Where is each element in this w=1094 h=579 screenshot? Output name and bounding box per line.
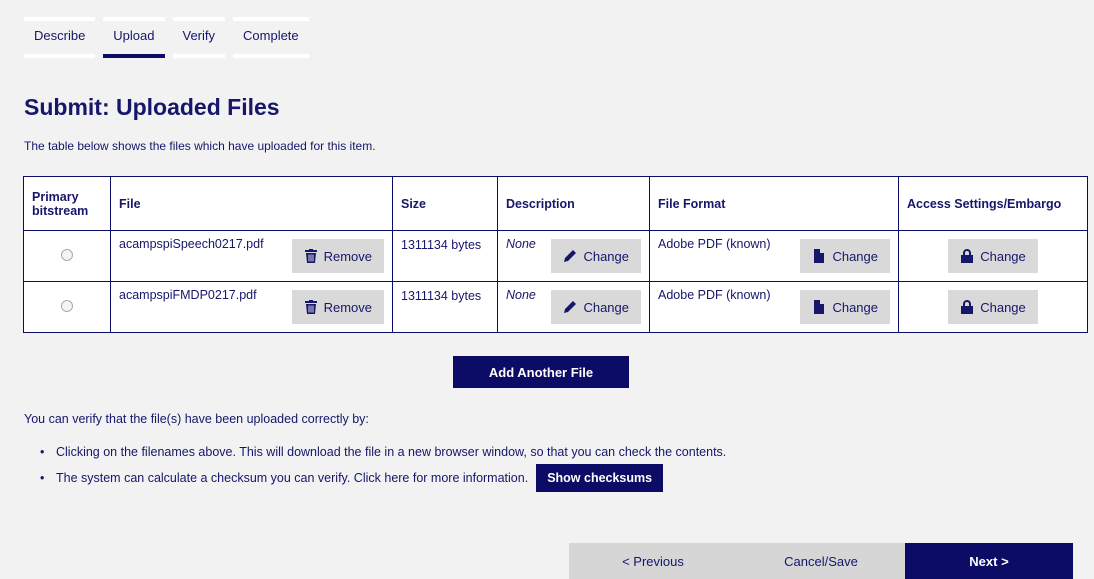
lock-icon — [961, 249, 974, 263]
step-verify[interactable]: Verify — [172, 17, 226, 58]
list-item-text: The system can calculate a checksum you … — [56, 471, 529, 485]
table-row: acampspiSpeech0217.pdf Remove 1311134 by… — [23, 230, 1088, 282]
file-size: 1311134 bytes — [401, 289, 482, 303]
remove-button[interactable]: Remove — [291, 239, 384, 273]
file-name-link[interactable]: acampspiFMDP0217.pdf — [119, 288, 257, 302]
format-cell: Adobe PDF (known) Change — [649, 230, 899, 282]
change-format-button[interactable]: Change — [800, 290, 890, 324]
primary-cell — [23, 230, 111, 282]
change-description-button[interactable]: Change — [551, 239, 641, 273]
trash-icon — [304, 300, 317, 314]
size-cell: 1311134 bytes — [392, 230, 498, 282]
list-item: • Clicking on the filenames above. This … — [40, 442, 726, 462]
header-description: Description — [497, 176, 650, 231]
trash-icon — [304, 249, 317, 263]
file-size: 1311134 bytes — [401, 238, 482, 252]
add-another-file-button[interactable]: Add Another File — [453, 356, 629, 388]
change-label: Change — [583, 248, 629, 264]
list-item-text: Clicking on the filenames above. This wi… — [56, 445, 727, 459]
primary-bitstream-radio[interactable] — [61, 299, 73, 312]
change-access-button[interactable]: Change — [948, 239, 1038, 273]
description-value: None — [506, 288, 536, 302]
uploaded-files-table: Primary bitstream File Size Description … — [23, 176, 1088, 333]
file-cell: acampspiFMDP0217.pdf Remove — [110, 281, 393, 333]
change-label: Change — [980, 299, 1026, 315]
verify-list: • Clicking on the filenames above. This … — [40, 442, 726, 492]
pencil-icon — [564, 250, 577, 262]
header-size: Size — [392, 176, 498, 231]
page: Describe Upload Verify Complete Submit: … — [0, 0, 1094, 579]
step-describe[interactable]: Describe — [24, 17, 96, 58]
remove-label: Remove — [323, 299, 372, 315]
header-file: File — [110, 176, 393, 231]
next-button[interactable]: Next > — [905, 543, 1073, 579]
remove-button[interactable]: Remove — [291, 290, 384, 324]
size-cell: 1311134 bytes — [392, 281, 498, 333]
header-access-settings: Access Settings/Embargo — [898, 176, 1088, 231]
step-complete[interactable]: Complete — [233, 17, 309, 58]
lock-icon — [961, 300, 974, 314]
cancel-save-button[interactable]: Cancel/Save — [737, 543, 905, 579]
change-label: Change — [980, 248, 1026, 264]
intro-text: The table below shows the files which ha… — [24, 139, 376, 153]
description-value: None — [506, 237, 536, 251]
table-header-row: Primary bitstream File Size Description … — [23, 176, 1088, 231]
description-cell: None Change — [497, 281, 650, 333]
header-primary-bitstream: Primary bitstream — [23, 176, 111, 231]
description-cell: None Change — [497, 230, 650, 282]
table-row: acampspiFMDP0217.pdf Remove 1311134 byte… — [23, 281, 1088, 333]
bullet-dot: • — [40, 471, 45, 485]
wizard-navigation: < Previous Cancel/Save Next > — [569, 543, 1073, 579]
file-icon — [814, 249, 825, 263]
file-format-value: Adobe PDF (known) — [658, 288, 771, 302]
change-description-button[interactable]: Change — [551, 290, 641, 324]
header-file-format: File Format — [649, 176, 899, 231]
previous-button[interactable]: < Previous — [569, 543, 737, 579]
change-format-button[interactable]: Change — [800, 239, 890, 273]
change-label: Change — [832, 248, 878, 264]
access-cell: Change — [898, 230, 1088, 282]
progress-steps: Describe Upload Verify Complete — [24, 17, 309, 58]
remove-label: Remove — [323, 248, 372, 264]
change-label: Change — [832, 299, 878, 315]
file-cell: acampspiSpeech0217.pdf Remove — [110, 230, 393, 282]
step-upload[interactable]: Upload — [103, 17, 165, 58]
show-checksums-button[interactable]: Show checksums — [536, 464, 664, 492]
file-format-value: Adobe PDF (known) — [658, 237, 771, 251]
file-name-link[interactable]: acampspiSpeech0217.pdf — [119, 237, 264, 251]
format-cell: Adobe PDF (known) Change — [649, 281, 899, 333]
list-item: • The system can calculate a checksum yo… — [40, 464, 726, 492]
bullet-dot: • — [40, 445, 45, 459]
verify-instructions: You can verify that the file(s) have bee… — [24, 412, 369, 426]
change-label: Change — [583, 299, 629, 315]
change-access-button[interactable]: Change — [948, 290, 1038, 324]
page-title: Submit: Uploaded Files — [24, 94, 280, 120]
file-icon — [814, 300, 825, 314]
primary-bitstream-radio[interactable] — [61, 248, 73, 261]
access-cell: Change — [898, 281, 1088, 333]
pencil-icon — [564, 301, 577, 313]
primary-cell — [23, 281, 111, 333]
